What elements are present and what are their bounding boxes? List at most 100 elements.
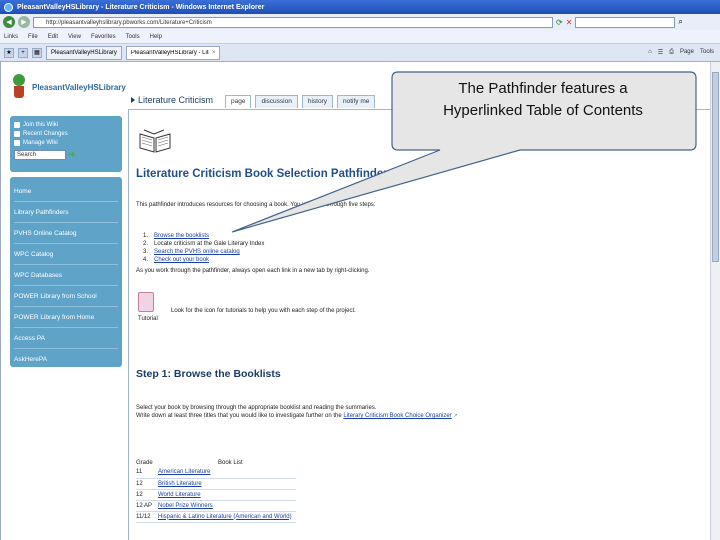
manage-wiki-label: Manage Wiki	[23, 139, 58, 146]
tab-discussion[interactable]: discussion	[255, 95, 298, 108]
nav-wpc-databases[interactable]: WPC Databases	[14, 265, 118, 286]
back-arrow-icon[interactable]: ◀	[3, 16, 15, 28]
page-menu[interactable]: Page	[680, 49, 694, 56]
table-row: 11/12 Hispanic & Latino Literature (Amer…	[136, 511, 296, 523]
close-tab-icon[interactable]: ×	[212, 50, 216, 56]
browser-tab-2[interactable]: PleasantValleyHSLibrary - Literature Cri…	[125, 45, 221, 60]
search-icon[interactable]: ⌕	[678, 17, 682, 27]
grade-cell: 11	[136, 467, 158, 479]
column-header-grade: Grade	[136, 459, 153, 466]
tutorial-badge[interactable]: Tutorial	[138, 292, 160, 332]
recent-changes-label: Recent Changes	[23, 130, 68, 137]
step1-heading: Step 1: Browse the Booklists	[136, 368, 281, 380]
wiki-page-title-text: Literature Criticism	[138, 95, 214, 105]
table-row: 12 British Literature	[136, 478, 296, 490]
open-book-icon	[139, 129, 171, 153]
step-number: 3.	[143, 249, 149, 255]
menu-tools[interactable]: Tools	[126, 34, 140, 40]
booklist-link[interactable]: American Literature	[158, 467, 296, 479]
booklist-link[interactable]: Hispanic & Latino Literature (American a…	[158, 511, 296, 523]
refresh-icon[interactable]: ⟳	[556, 18, 563, 27]
tutorial-icon	[138, 292, 154, 312]
tab-list-icon[interactable]: ▦	[32, 47, 42, 58]
menu-help[interactable]: Help	[150, 34, 162, 40]
tab-page[interactable]: page	[225, 95, 252, 108]
page-heading: Literature Criticism Book Selection Path…	[136, 168, 388, 180]
tab-history[interactable]: history	[301, 95, 333, 108]
add-favorite-icon[interactable]: +	[18, 47, 28, 58]
tools-menu[interactable]: Tools	[700, 49, 714, 56]
step1-line2: Write down at least three titles that yo…	[136, 412, 458, 420]
links-bar: Links File Edit View Favorites Tools Hel…	[0, 30, 720, 44]
booklist-link[interactable]: Nobel Prize Winners	[158, 500, 296, 512]
browser-search-input[interactable]	[575, 16, 676, 28]
step-number: 1.	[143, 233, 149, 239]
table-row: 12 World Literature	[136, 489, 296, 501]
grade-cell: 12	[136, 478, 158, 490]
nav-power-school[interactable]: POWER Library from School	[14, 286, 118, 307]
toc-link-catalog[interactable]: Search the PVHS online catalog	[154, 249, 240, 257]
command-bar: ⌂ ☰ ⎙ Page Tools	[648, 49, 720, 56]
recent-changes-link[interactable]: Recent Changes	[14, 129, 118, 138]
forward-arrow-icon[interactable]: ▶	[18, 16, 30, 28]
nav-library-pathfinders[interactable]: Library Pathfinders	[14, 202, 118, 223]
stop-icon[interactable]: ✕	[566, 18, 573, 27]
toc-link-checkout[interactable]: Check out your book	[154, 257, 209, 265]
wiki-search-input[interactable]: Search	[14, 149, 66, 160]
nav-access-pa[interactable]: Access PA	[14, 328, 118, 349]
booklist-link[interactable]: World Literature	[158, 489, 296, 501]
links-label[interactable]: Links	[4, 34, 18, 40]
browser-tab-bar: ★ + ▦ PleasantValleyHSLibrary PleasantVa…	[0, 44, 720, 62]
menu-file[interactable]: File	[28, 34, 38, 40]
join-wiki-link[interactable]: Join this Wiki	[14, 120, 118, 129]
url-input[interactable]: http://pleasantvalleyhslibrary.pbworks.c…	[33, 16, 553, 28]
wiki-tab-row: Literature Criticism page discussion his…	[131, 92, 376, 108]
nav-home[interactable]: Home	[14, 181, 118, 202]
print-icon[interactable]: ⎙	[669, 49, 674, 56]
window-titlebar: PleasantValleyHSLibrary - Literature Cri…	[0, 0, 720, 14]
menu-favorites[interactable]: Favorites	[91, 34, 116, 40]
search-go-arrow-icon[interactable]: ➜	[68, 149, 76, 160]
vertical-scrollbar[interactable]	[710, 62, 720, 540]
home-icon[interactable]: ⌂	[648, 49, 652, 56]
nav-pvhs-catalog[interactable]: PVHS Online Catalog	[14, 223, 118, 244]
list-item: 3. Search the PVHS online catalog	[143, 249, 264, 257]
grade-cell: 12	[136, 489, 158, 501]
menu-view[interactable]: View	[68, 34, 81, 40]
page-viewport: PleasantValleyHSLibrary Join this Wiki R…	[0, 62, 711, 540]
tab-label: PleasantValleyHSLibrary	[51, 49, 117, 56]
tab-notify[interactable]: notify me	[337, 95, 376, 108]
plant-logo-icon	[10, 74, 28, 100]
nav-power-home[interactable]: POWER Library from Home	[14, 307, 118, 328]
wiki-nav-box: Home Library Pathfinders PVHS Online Cat…	[10, 177, 122, 367]
tutorial-label: Tutorial	[138, 316, 158, 322]
callout-text: The Pathfinder features a Hyperlinked Ta…	[395, 78, 691, 122]
toc-link-booklists[interactable]: Browse the booklists	[154, 233, 209, 241]
feeds-icon[interactable]: ☰	[658, 49, 663, 56]
booklist-table: Grade Book List 11 American Literature 1…	[136, 458, 296, 523]
table-of-contents: 1. Browse the booklists 2. Locate critic…	[143, 233, 264, 265]
nav-askherepa[interactable]: AskHerePA	[14, 349, 118, 370]
wiki-search: Search ➜	[14, 149, 118, 160]
list-item: 4. Check out your book	[143, 257, 264, 265]
table-header-row: Grade Book List	[136, 458, 296, 467]
nav-wpc-catalog[interactable]: WPC Catalog	[14, 244, 118, 265]
favorites-star-icon[interactable]: ★	[4, 47, 14, 58]
callout-line1: The Pathfinder features a	[458, 80, 628, 97]
window-title: PleasantValleyHSLibrary - Literature Cri…	[17, 3, 265, 11]
booklist-link[interactable]: British Literature	[158, 478, 296, 490]
menu-edit[interactable]: Edit	[48, 34, 58, 40]
join-wiki-label: Join this Wiki	[23, 121, 59, 128]
scrollbar-thumb[interactable]	[712, 72, 719, 262]
clock-icon	[14, 130, 20, 137]
screenshot-root: PleasantValleyHSLibrary - Literature Cri…	[0, 0, 720, 540]
manage-wiki-link[interactable]: Manage Wiki	[14, 138, 118, 147]
wiki-page-title: Literature Criticism	[131, 92, 221, 108]
list-item: 2. Locate criticism at the Gale Literary…	[143, 241, 264, 249]
step-number: 2.	[143, 241, 149, 247]
site-logo[interactable]: PleasantValleyHSLibrary	[10, 74, 126, 100]
book-choice-organizer-link[interactable]: Literary Criticism Book Choice Organizer	[343, 413, 451, 419]
user-icon	[14, 121, 20, 128]
toc-item-criticism[interactable]: Locate criticism at the Gale Literary In…	[154, 241, 264, 249]
browser-tab-1[interactable]: PleasantValleyHSLibrary	[46, 45, 122, 60]
